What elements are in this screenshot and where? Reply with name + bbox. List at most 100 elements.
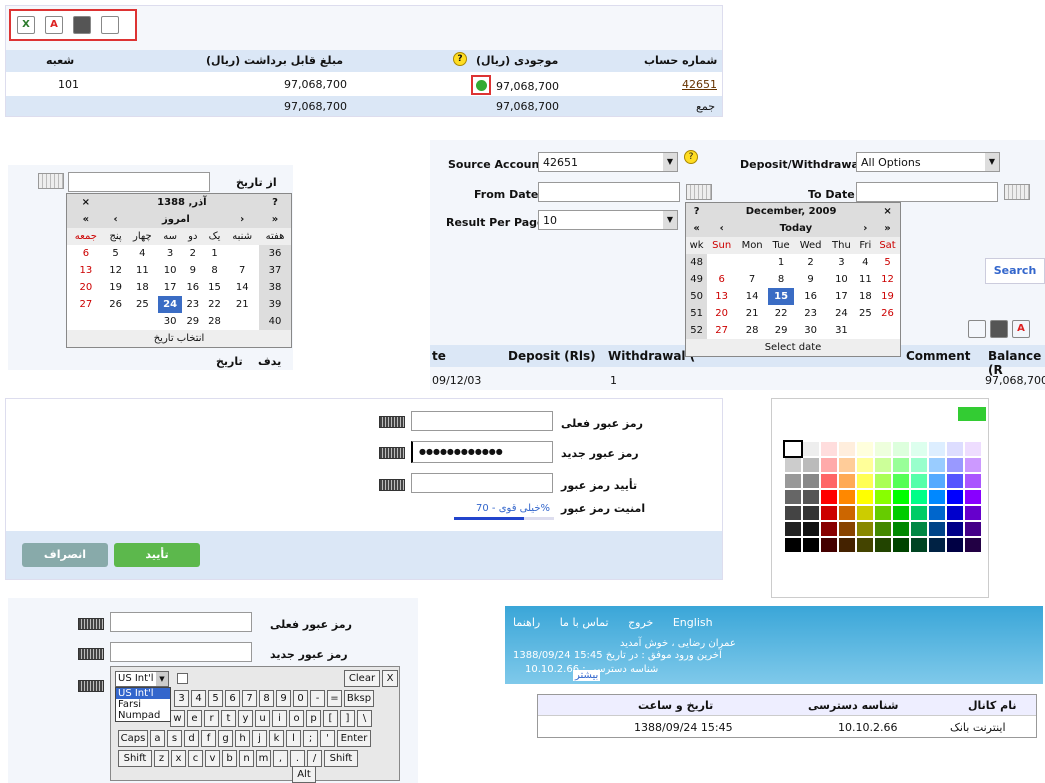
- help-icon[interactable]: ?: [684, 150, 698, 164]
- day-cell[interactable]: 23: [794, 305, 827, 322]
- current-password-input[interactable]: [411, 411, 553, 431]
- day-cell[interactable]: 5: [875, 254, 900, 271]
- checkbox[interactable]: [177, 673, 188, 684]
- day-cell[interactable]: 13: [67, 262, 105, 279]
- day-cell[interactable]: 5: [105, 245, 127, 262]
- key[interactable]: Caps: [118, 730, 148, 747]
- key[interactable]: /: [307, 750, 322, 767]
- color-swatch[interactable]: [783, 440, 803, 458]
- day-cell[interactable]: 18: [856, 288, 875, 305]
- color-swatch[interactable]: [911, 442, 927, 456]
- key[interactable]: m: [256, 750, 271, 767]
- color-swatch[interactable]: [893, 490, 909, 504]
- day-cell[interactable]: 48: [686, 254, 708, 271]
- color-swatch[interactable]: [839, 474, 855, 488]
- color-swatch[interactable]: [785, 538, 801, 552]
- color-swatch[interactable]: [947, 506, 963, 520]
- key[interactable]: .: [290, 750, 305, 767]
- day-cell[interactable]: 21: [736, 305, 768, 322]
- color-swatch[interactable]: [965, 474, 981, 488]
- day-cell[interactable]: 7: [736, 271, 768, 288]
- day-cell[interactable]: 40: [259, 313, 291, 330]
- color-swatch[interactable]: [947, 538, 963, 552]
- day-cell[interactable]: 2: [794, 254, 827, 271]
- layout-option[interactable]: Farsi: [116, 699, 170, 710]
- color-swatch[interactable]: [839, 506, 855, 520]
- day-cell[interactable]: 13: [707, 288, 736, 305]
- color-swatch[interactable]: [875, 490, 891, 504]
- virtual-keyboard-icon[interactable]: [379, 447, 405, 459]
- deposit-withdrawal-select[interactable]: All Options ▼: [856, 152, 1000, 172]
- color-swatch[interactable]: [839, 458, 855, 472]
- day-cell[interactable]: 4: [126, 245, 158, 262]
- color-swatch[interactable]: [785, 490, 801, 504]
- color-swatch[interactable]: [893, 474, 909, 488]
- day-cell[interactable]: 18: [126, 279, 158, 296]
- day-cell[interactable]: 52: [686, 322, 708, 339]
- day-cell[interactable]: 28: [736, 322, 768, 339]
- key[interactable]: l: [286, 730, 301, 747]
- key[interactable]: 0: [293, 690, 308, 707]
- virtual-keyboard-icon[interactable]: [78, 680, 104, 692]
- key[interactable]: c: [188, 750, 203, 767]
- color-swatch[interactable]: [857, 538, 873, 552]
- color-swatch[interactable]: [785, 522, 801, 536]
- day-cell[interactable]: 8: [768, 271, 794, 288]
- day-cell[interactable]: 19: [875, 288, 900, 305]
- color-swatch[interactable]: [929, 442, 945, 456]
- virtual-keyboard-icon[interactable]: [379, 479, 405, 491]
- color-swatch[interactable]: [857, 458, 873, 472]
- key[interactable]: ;: [303, 730, 318, 747]
- current-password-input[interactable]: [110, 612, 252, 632]
- key[interactable]: ,: [273, 750, 288, 767]
- day-cell[interactable]: 27: [707, 322, 736, 339]
- pdf-icon[interactable]: A: [45, 16, 63, 34]
- key[interactable]: g: [218, 730, 233, 747]
- color-swatch[interactable]: [947, 490, 963, 504]
- color-swatch[interactable]: [893, 458, 909, 472]
- key[interactable]: ]: [340, 710, 355, 727]
- color-swatch[interactable]: [839, 442, 855, 456]
- color-swatch[interactable]: [965, 522, 981, 536]
- key[interactable]: h: [235, 730, 250, 747]
- nav-help[interactable]: راهنما: [513, 616, 540, 629]
- key[interactable]: 5: [208, 690, 223, 707]
- key[interactable]: d: [184, 730, 199, 747]
- key[interactable]: a: [150, 730, 165, 747]
- key[interactable]: s: [167, 730, 182, 747]
- color-swatch[interactable]: [803, 458, 819, 472]
- account-link[interactable]: 42651: [682, 78, 717, 91]
- day-cell[interactable]: 3: [158, 245, 182, 262]
- day-cell[interactable]: 17: [827, 288, 856, 305]
- calendar-icon[interactable]: [686, 184, 712, 200]
- ok-button[interactable]: تأیید: [114, 543, 200, 567]
- color-swatch[interactable]: [821, 458, 837, 472]
- to-date-input[interactable]: [856, 182, 998, 202]
- result-per-page-select[interactable]: 10 ▼: [538, 210, 678, 230]
- color-swatch[interactable]: [803, 490, 819, 504]
- day-cell[interactable]: 3: [827, 254, 856, 271]
- key[interactable]: e: [187, 710, 202, 727]
- color-swatch[interactable]: [803, 538, 819, 552]
- key[interactable]: p: [306, 710, 321, 727]
- day-cell[interactable]: 12: [105, 262, 127, 279]
- close-key[interactable]: X: [382, 670, 398, 687]
- color-swatch[interactable]: [911, 506, 927, 520]
- prev-year[interactable]: «: [67, 211, 105, 228]
- day-cell[interactable]: 31: [827, 322, 856, 339]
- day-cell[interactable]: 17: [158, 279, 182, 296]
- color-swatch[interactable]: [857, 522, 873, 536]
- color-swatch[interactable]: [875, 458, 891, 472]
- help-icon[interactable]: ?: [453, 52, 467, 66]
- color-swatch[interactable]: [785, 474, 801, 488]
- day-cell[interactable]: 39: [259, 296, 291, 313]
- day-cell[interactable]: 51: [686, 305, 708, 322]
- virtual-keyboard-icon[interactable]: [78, 648, 104, 660]
- color-swatch[interactable]: [821, 474, 837, 488]
- day-cell[interactable]: 24: [827, 305, 856, 322]
- day-cell[interactable]: 26: [105, 296, 127, 313]
- day-cell[interactable]: 20: [707, 305, 736, 322]
- key[interactable]: j: [252, 730, 267, 747]
- next-year[interactable]: »: [875, 220, 900, 237]
- key[interactable]: \: [357, 710, 372, 727]
